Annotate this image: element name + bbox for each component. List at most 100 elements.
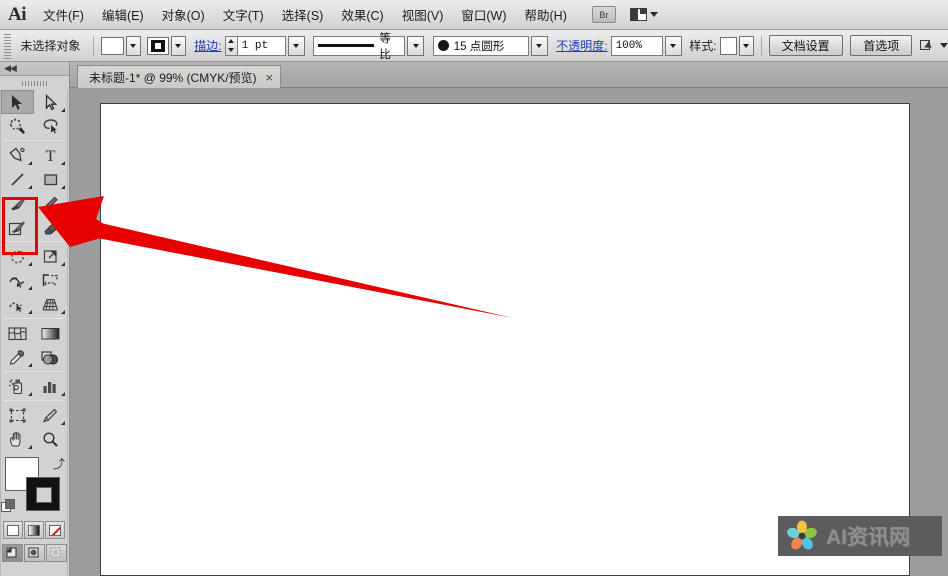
fill-color-swatch[interactable] — [101, 36, 124, 55]
stroke-profile-combo[interactable]: 等比 — [313, 33, 406, 61]
stroke-swatch-dropdown[interactable] — [170, 35, 186, 56]
brush-definition-dropdown[interactable] — [530, 35, 548, 56]
stroke-weight-input[interactable]: 1 pt — [237, 35, 286, 56]
none-mode-button[interactable] — [45, 521, 65, 539]
bridge-button[interactable]: Br — [591, 6, 616, 23]
stroke-profile-value: 等比 — [379, 32, 391, 61]
document-tab[interactable]: 未标题-1* @ 99% (CMYK/预览) × — [77, 65, 282, 88]
type-tool[interactable]: T — [34, 143, 67, 167]
free-transform-tool[interactable] — [34, 268, 67, 292]
stroke-weight-stepper[interactable] — [224, 35, 238, 56]
work-area[interactable] — [70, 88, 948, 576]
chevron-down-icon — [536, 43, 543, 48]
stroke-profile-dropdown[interactable] — [407, 35, 425, 56]
fill-swatch-dropdown[interactable] — [125, 35, 141, 56]
tool-group-symbols — [1, 374, 67, 398]
draw-mode-buttons — [1, 544, 67, 562]
eraser-tool[interactable] — [34, 215, 67, 239]
menu-window[interactable]: 窗口(W) — [452, 0, 515, 30]
opacity-label[interactable]: 不透明度: — [556, 37, 610, 54]
lasso-tool[interactable] — [34, 114, 67, 138]
graphic-style-swatch[interactable] — [719, 36, 737, 55]
symbol-sprayer-tool[interactable] — [1, 374, 34, 398]
stroke-color-swatch-toolbox[interactable] — [26, 477, 60, 511]
draw-inside-button[interactable] — [45, 544, 67, 562]
chevron-down-icon — [412, 43, 419, 48]
divider — [760, 35, 762, 56]
flyout-indicator-icon — [61, 262, 65, 266]
shape-builder-tool[interactable] — [1, 292, 34, 316]
chevron-down-icon[interactable] — [939, 43, 948, 48]
menu-file[interactable]: 文件(F) — [34, 0, 93, 30]
chevron-down-icon — [293, 43, 300, 48]
draw-normal-button[interactable] — [1, 544, 23, 562]
color-mode-button[interactable] — [3, 521, 23, 539]
brush-definition-combo[interactable]: 15 点圆形 — [432, 35, 529, 56]
stroke-weight-label[interactable]: 描边: — [194, 37, 224, 54]
width-tool[interactable] — [1, 268, 34, 292]
brush-definition-value: 15 点圆形 — [453, 40, 505, 53]
graphic-style-dropdown[interactable] — [738, 35, 754, 56]
eyedropper-tool[interactable] — [1, 345, 34, 369]
divider — [4, 318, 64, 319]
magic-wand-tool[interactable] — [1, 114, 34, 138]
control-bar: 未选择对象 描边: 1 pt 等比 15 点圆形 不透明度: 100% 样式: … — [0, 30, 948, 62]
menu-object[interactable]: 对象(O) — [153, 0, 214, 30]
artboard-canvas[interactable] — [100, 103, 910, 576]
selection-tool[interactable] — [1, 90, 34, 114]
close-icon[interactable]: × — [266, 71, 274, 84]
menu-effect[interactable]: 效果(C) — [332, 0, 392, 30]
flyout-indicator-icon — [28, 392, 32, 396]
divider — [4, 140, 64, 141]
artboard-tool[interactable] — [1, 403, 34, 427]
blend-tool[interactable] — [34, 345, 67, 369]
document-tab-bar: 未标题-1* @ 99% (CMYK/预览) × — [70, 62, 948, 88]
menu-view[interactable]: 视图(V) — [393, 0, 453, 30]
menu-help[interactable]: 帮助(H) — [516, 0, 576, 30]
swap-fill-stroke-icon[interactable]: ⤴ — [53, 455, 65, 472]
flyout-indicator-icon — [28, 310, 32, 314]
gradient-mode-button[interactable] — [24, 521, 44, 539]
layout-switcher-icon — [629, 8, 647, 21]
flyout-indicator-icon — [28, 445, 32, 449]
divider — [4, 371, 64, 372]
watermark-text: AI资讯网 — [826, 526, 910, 549]
draw-behind-button[interactable] — [23, 544, 45, 562]
workspace-switcher-button[interactable] — [629, 8, 658, 21]
stroke-weight-dropdown[interactable] — [287, 35, 305, 56]
menu-edit[interactable]: 编辑(E) — [93, 0, 153, 30]
divider — [93, 35, 95, 56]
perspective-grid-tool[interactable] — [34, 292, 67, 316]
rectangle-tool[interactable] — [34, 167, 67, 191]
scale-tool[interactable] — [34, 244, 67, 268]
select-similar-icon[interactable] — [919, 39, 936, 53]
slice-tool[interactable] — [34, 403, 67, 427]
toolbox-collapse-bar[interactable]: ◀◀ — [0, 62, 69, 76]
hand-tool[interactable] — [1, 427, 34, 451]
fill-stroke-control: ⤴ — [1, 455, 67, 517]
chevron-down-icon — [175, 43, 182, 48]
default-fill-stroke-icon[interactable] — [1, 499, 15, 512]
opacity-input[interactable]: 100% — [610, 35, 663, 56]
direct-selection-tool[interactable] — [34, 90, 67, 114]
line-segment-tool[interactable] — [1, 167, 34, 191]
zoom-tool[interactable] — [34, 427, 67, 451]
column-graph-tool[interactable] — [34, 374, 67, 398]
divider — [4, 400, 64, 401]
opacity-dropdown[interactable] — [664, 35, 682, 56]
menu-type[interactable]: 文字(T) — [214, 0, 273, 30]
preferences-button[interactable]: 首选项 — [850, 35, 913, 56]
collapse-icon[interactable]: ◀◀ — [4, 63, 17, 74]
flyout-indicator-icon — [61, 310, 65, 314]
pen-tool[interactable] — [1, 143, 34, 167]
mesh-tool[interactable] — [1, 321, 34, 345]
pencil-tool[interactable] — [34, 191, 67, 215]
toolbox-drag-grip[interactable] — [0, 76, 69, 90]
gradient-tool[interactable] — [34, 321, 67, 345]
menu-select[interactable]: 选择(S) — [273, 0, 333, 30]
stroke-color-swatch[interactable] — [146, 36, 169, 55]
flyout-indicator-icon — [61, 108, 65, 112]
tool-group-artboard — [1, 403, 67, 451]
control-bar-grip[interactable] — [2, 32, 12, 59]
document-setup-button[interactable]: 文档设置 — [768, 35, 843, 56]
